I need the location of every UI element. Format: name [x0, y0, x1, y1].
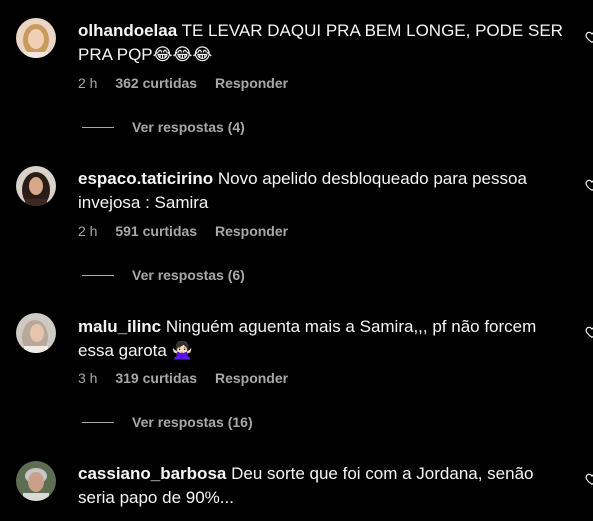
- view-replies-button[interactable]: Ver respostas (16): [82, 414, 253, 430]
- comment-body: malu_ilinc Ninguém aguenta mais a Samira…: [78, 315, 573, 363]
- heart-outline-icon[interactable]: [585, 325, 593, 339]
- heart-outline-icon[interactable]: [585, 30, 593, 44]
- replies-divider: [82, 126, 114, 128]
- comment-username[interactable]: malu_ilinc: [78, 317, 161, 336]
- avatar-photo-icon: [16, 461, 56, 501]
- avatar[interactable]: [16, 18, 56, 58]
- comment-likes[interactable]: 319 curtidas: [115, 370, 197, 386]
- view-replies-label: Ver respostas (16): [132, 414, 253, 430]
- reply-button[interactable]: Responder: [215, 75, 288, 91]
- view-replies-button[interactable]: Ver respostas (6): [82, 267, 245, 283]
- comment-meta: 2 h 362 curtidas Responder: [78, 75, 288, 91]
- comment-meta: 2 h 591 curtidas Responder: [78, 223, 288, 239]
- avatar-photo-icon: [16, 18, 56, 58]
- view-replies-button[interactable]: Ver respostas (4): [82, 119, 245, 135]
- comment-body: olhandoelaa TE LEVAR DAQUI PRA BEM LONGE…: [78, 19, 573, 67]
- comment-body: espaco.taticirino Novo apelido desbloque…: [78, 167, 573, 215]
- comment-time: 2 h: [78, 75, 98, 91]
- comment-meta: 3 h 319 curtidas Responder: [78, 370, 288, 386]
- avatar[interactable]: [16, 313, 56, 353]
- comment-username[interactable]: olhandoelaa: [78, 21, 177, 40]
- view-replies-label: Ver respostas (6): [132, 267, 245, 283]
- comment-username[interactable]: cassiano_barbosa: [78, 464, 226, 483]
- comment-username[interactable]: espaco.taticirino: [78, 169, 213, 188]
- comment-likes[interactable]: 362 curtidas: [115, 75, 197, 91]
- comment-likes[interactable]: 591 curtidas: [115, 223, 197, 239]
- heart-outline-icon[interactable]: [585, 472, 593, 486]
- reply-button[interactable]: Responder: [215, 223, 288, 239]
- comment-time: 2 h: [78, 223, 98, 239]
- heart-outline-icon[interactable]: [585, 178, 593, 192]
- avatar-photo-icon: [16, 166, 56, 206]
- view-replies-label: Ver respostas (4): [132, 119, 245, 135]
- reply-button[interactable]: Responder: [215, 370, 288, 386]
- avatar[interactable]: [16, 166, 56, 206]
- replies-divider: [82, 421, 114, 423]
- avatar[interactable]: [16, 461, 56, 501]
- comment-body: cassiano_barbosa Deu sorte que foi com a…: [78, 462, 573, 510]
- comment-time: 3 h: [78, 370, 98, 386]
- replies-divider: [82, 274, 114, 276]
- avatar-photo-icon: [16, 313, 56, 353]
